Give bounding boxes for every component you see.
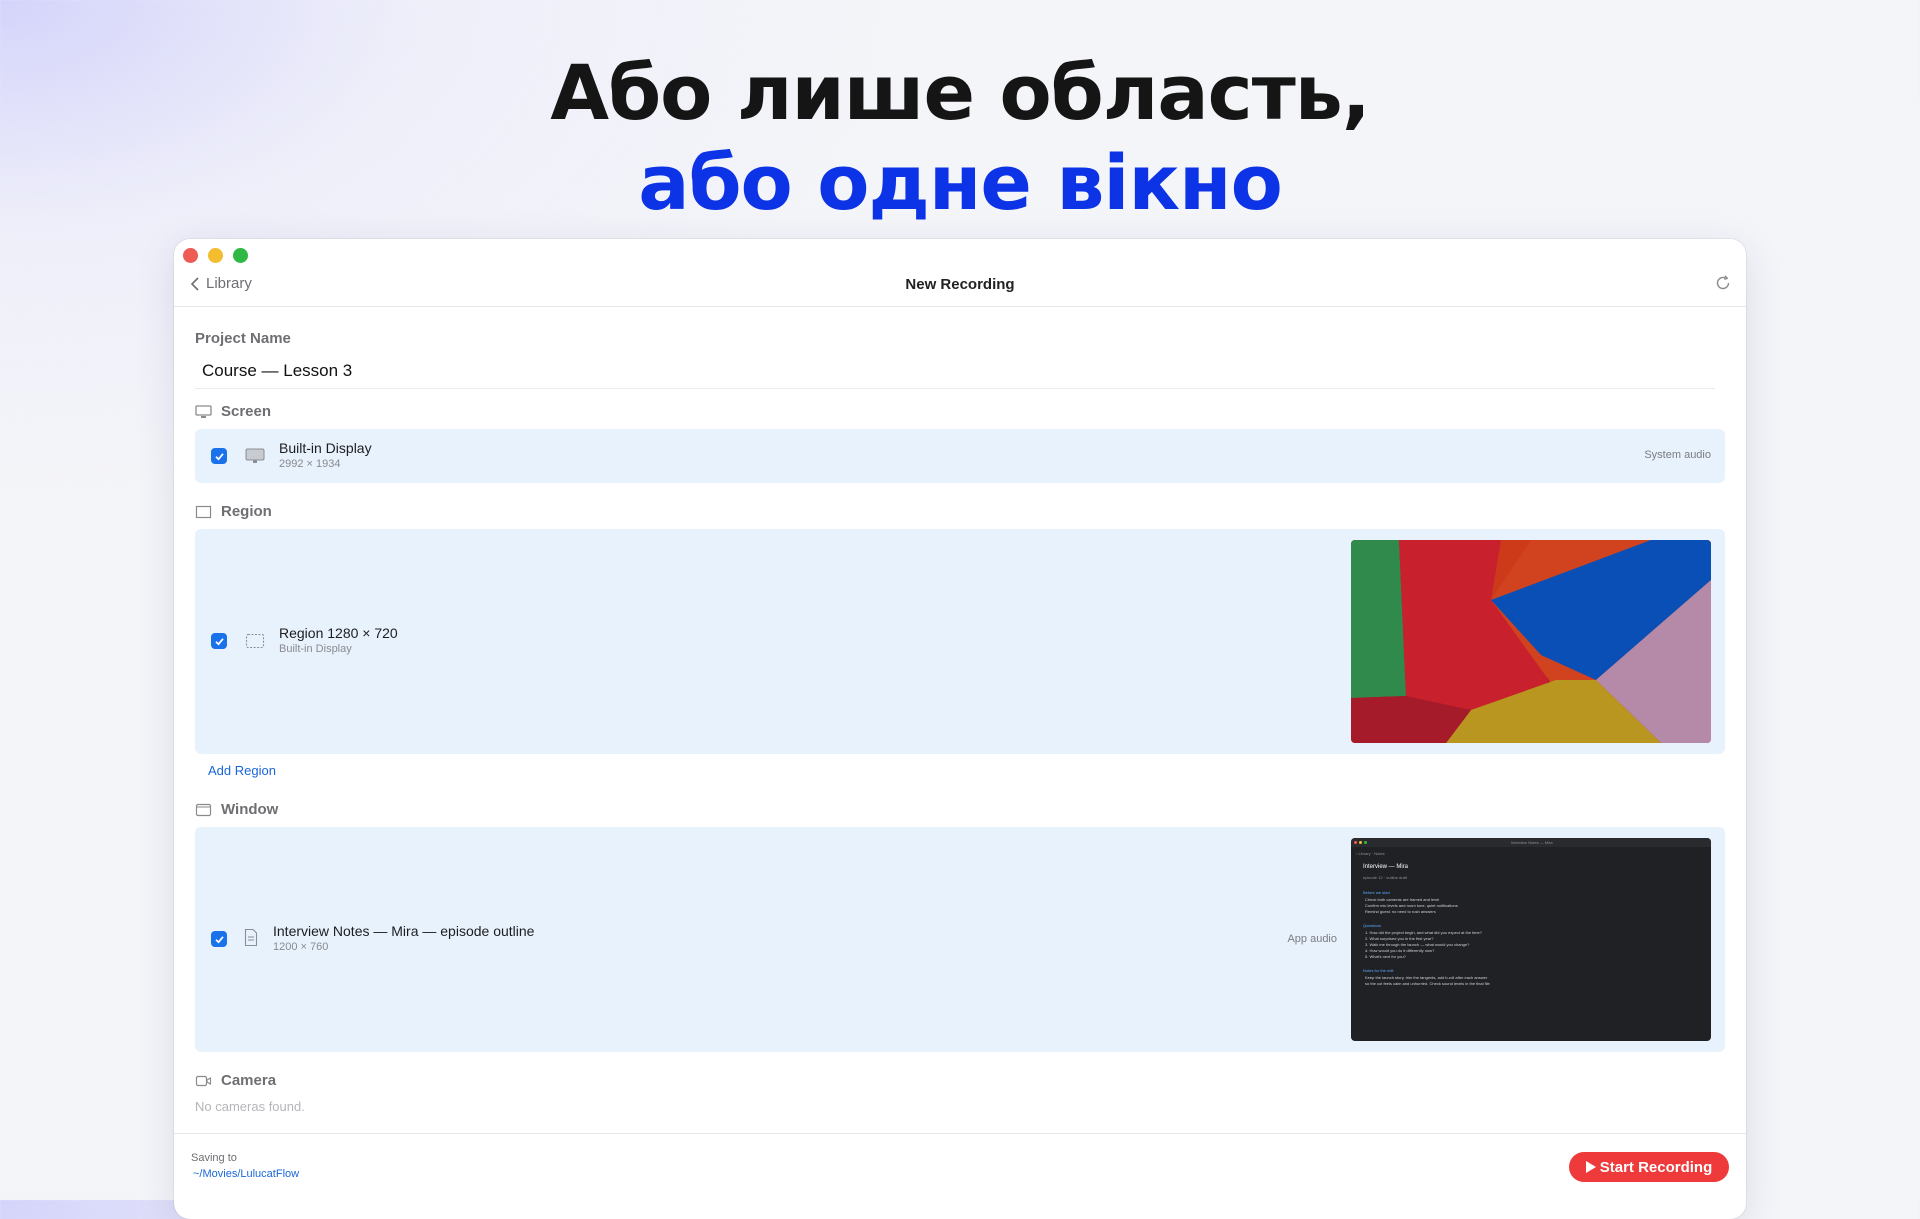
save-path-link[interactable]: ~/Movies/LulucatFlow xyxy=(193,1168,299,1180)
document-icon xyxy=(244,928,258,947)
headline-line-1: Або лише область, xyxy=(550,48,1370,137)
camera-heading: Camera xyxy=(221,1072,277,1089)
recording-window: Library New Recording Project Name Scree… xyxy=(174,239,1746,1219)
screen-row-built-in-display[interactable]: Built-in Display 2992 × 1934 System audi… xyxy=(195,429,1725,483)
window-heading: Window xyxy=(221,801,279,818)
close-window-button[interactable] xyxy=(183,248,198,263)
screen-audio-label: System audio xyxy=(1644,449,1711,461)
project-name-label: Project Name xyxy=(195,330,291,347)
checkmark-icon xyxy=(214,452,224,460)
region-section-header: Region xyxy=(195,503,272,520)
display-icon xyxy=(195,404,212,418)
window-item-size: 1200 × 760 xyxy=(273,941,329,953)
saving-to-label: Saving to xyxy=(191,1152,237,1164)
no-cameras-message: No cameras found. xyxy=(195,1099,305,1114)
window-row[interactable]: Interview Notes — Mira — episode outline… xyxy=(195,827,1725,1052)
refresh-icon[interactable] xyxy=(1714,274,1732,292)
zoom-window-button[interactable] xyxy=(233,248,248,263)
footer-divider xyxy=(174,1133,1746,1134)
play-icon xyxy=(1585,1161,1596,1173)
screen-item-title: Built-in Display xyxy=(279,440,372,456)
add-region-link[interactable]: Add Region xyxy=(208,763,276,778)
start-recording-label: Start Recording xyxy=(1599,1158,1713,1176)
checkmark-icon xyxy=(214,935,224,943)
screen-heading: Screen xyxy=(221,403,272,420)
region-item-display: Built-in Display xyxy=(279,643,352,655)
display-icon xyxy=(245,448,265,463)
window-section-header: Window xyxy=(195,801,278,818)
screen-checkbox[interactable] xyxy=(211,448,227,464)
window-item-title: Interview Notes — Mira — episode outline xyxy=(273,923,535,939)
window-audio-label: App audio xyxy=(1287,933,1337,945)
toolbar-divider xyxy=(174,306,1746,307)
project-name-input[interactable] xyxy=(195,354,1715,389)
screen-item-resolution: 2992 × 1934 xyxy=(279,458,341,470)
window-preview-thumbnail: Interview Notes — Mira ‹ Library · Notes… xyxy=(1351,838,1711,1041)
region-checkbox[interactable] xyxy=(211,633,227,649)
headline-line-2: або одне вікно xyxy=(638,138,1283,227)
checkmark-icon xyxy=(214,637,224,645)
region-item-title: Region 1280 × 720 xyxy=(279,625,398,641)
window-checkbox[interactable] xyxy=(211,931,227,947)
screen-section-header: Screen xyxy=(195,403,271,420)
window-title: New Recording xyxy=(905,276,1015,293)
region-row[interactable]: Region 1280 × 720 Built-in Display xyxy=(195,529,1725,754)
window-icon xyxy=(195,803,212,816)
region-heading: Region xyxy=(221,503,272,520)
camera-section-header: Camera xyxy=(195,1072,276,1089)
region-icon xyxy=(245,633,265,649)
region-icon xyxy=(195,505,212,518)
camera-icon xyxy=(195,1075,212,1086)
start-recording-button[interactable]: Start Recording xyxy=(1569,1152,1729,1182)
minimize-window-button[interactable] xyxy=(208,248,223,263)
region-preview-thumbnail xyxy=(1351,540,1711,743)
